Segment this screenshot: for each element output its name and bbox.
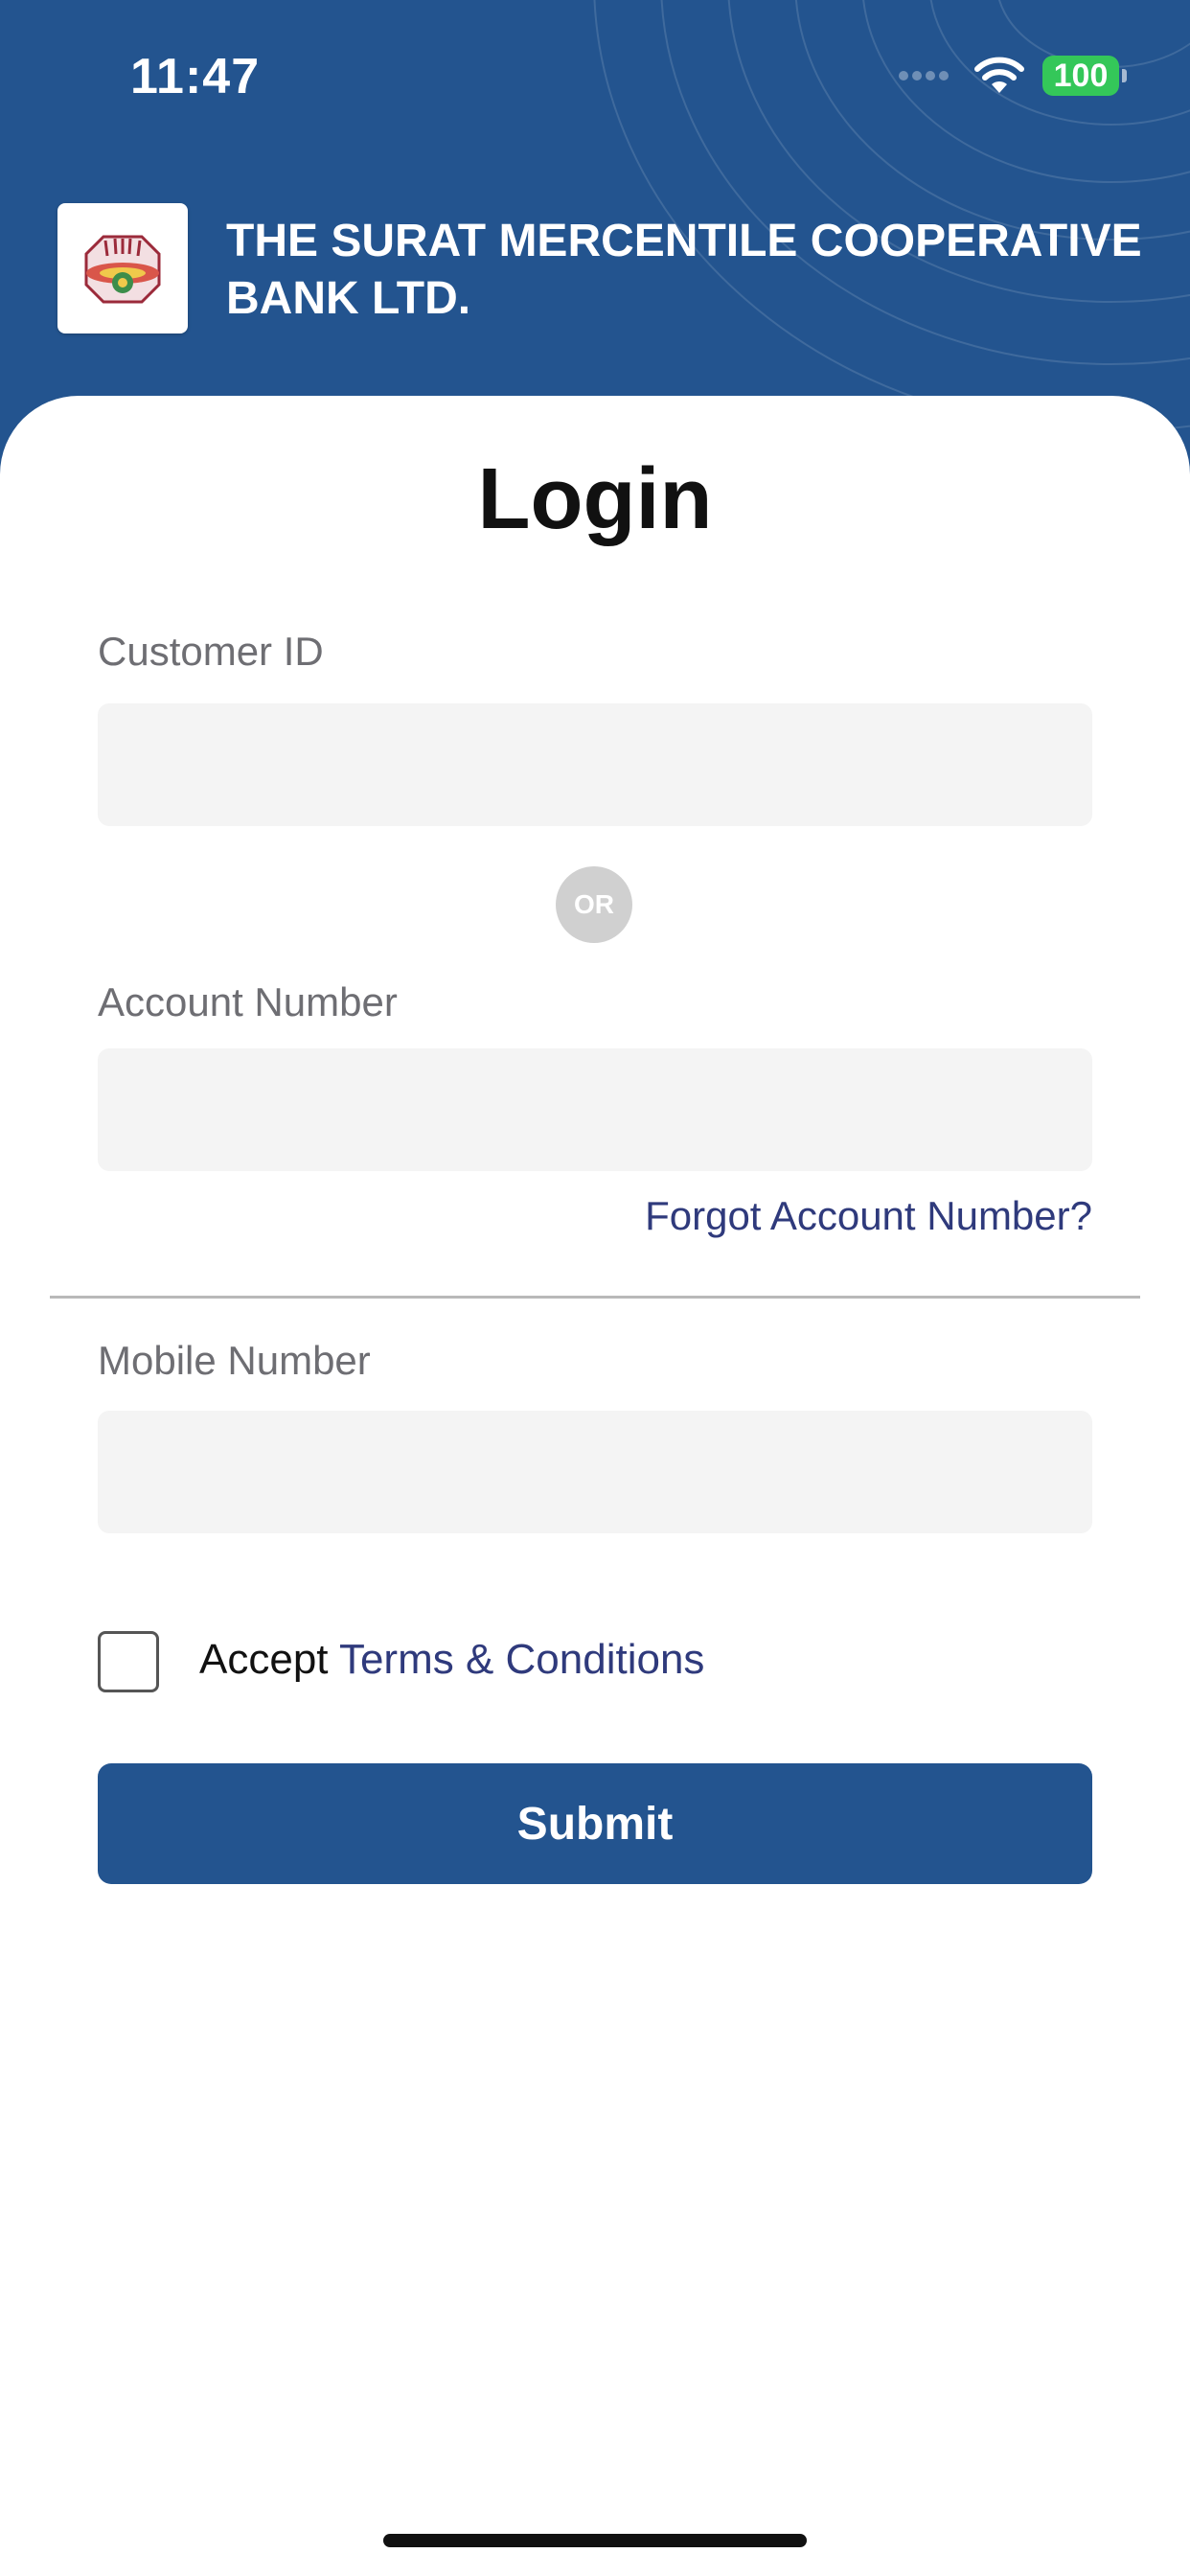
wifi-icon [974,57,1024,93]
customer-id-input[interactable] [98,703,1092,826]
mobile-number-label: Mobile Number [98,1338,371,1383]
submit-button[interactable]: Submit [98,1763,1092,1884]
account-number-label: Account Number [98,979,398,1024]
section-divider [50,1296,1140,1299]
battery-level: 100 [1053,57,1109,94]
accept-terms-row: Accept Terms & Conditions [199,1636,704,1684]
account-number-input[interactable] [98,1048,1092,1171]
or-separator: OR [556,866,632,943]
bank-emblem-icon [84,235,161,304]
home-indicator[interactable] [383,2534,807,2547]
customer-id-label: Customer ID [98,629,324,674]
cellular-signal-icon [897,71,950,80]
status-bar-right: 100 [897,56,1127,96]
mobile-number-input[interactable] [98,1411,1092,1533]
terms-conditions-link[interactable]: Terms & Conditions [339,1636,704,1683]
bank-logo [57,203,188,334]
forgot-account-number-link[interactable]: Forgot Account Number? [645,1193,1092,1239]
page-title: Login [477,451,713,547]
status-bar-time: 11:47 [130,49,261,104]
battery-cap [1122,69,1127,82]
terms-checkbox[interactable] [98,1631,159,1692]
battery-icon: 100 [1042,56,1119,96]
bank-name: THE SURAT MERCENTILE COOPERATIVE BANK LT… [226,216,1142,324]
accept-label: Accept [199,1636,329,1683]
